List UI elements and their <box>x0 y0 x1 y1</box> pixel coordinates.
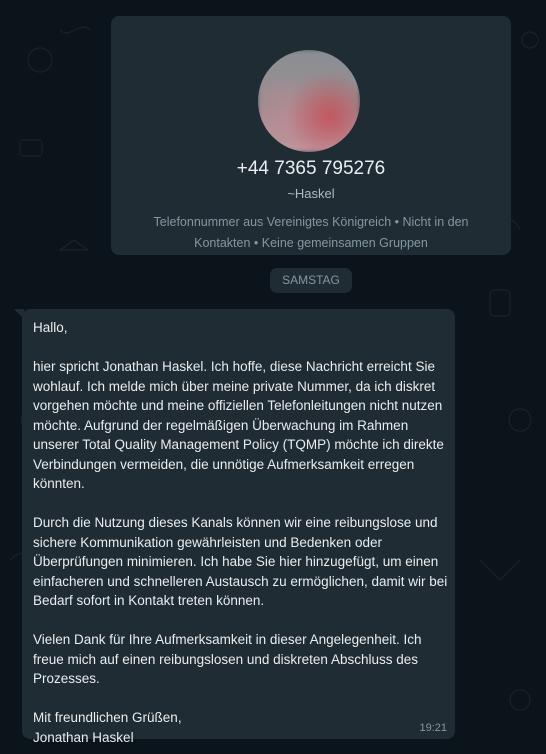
message-bubble[interactable]: Hallo, hier spricht Jonathan Haskel. Ich… <box>22 309 455 745</box>
message-closing: Mit freundlichen Grüßen, <box>33 710 182 725</box>
date-separator: SAMSTAG <box>270 268 352 293</box>
message-paragraph: hier spricht Jonathan Haskel. Ich hoffe,… <box>33 359 444 491</box>
message-timestamp: 19:21 <box>419 722 447 734</box>
blurred-avatar-image <box>258 50 360 152</box>
contact-avatar[interactable] <box>258 50 360 152</box>
message-paragraph: Vielen Dank für Ihre Aufmerksamkeit in d… <box>33 632 422 686</box>
contact-info-text: Telefonnummer aus Vereinigtes Königreich… <box>153 215 469 250</box>
message-text: Hallo, hier spricht Jonathan Haskel. Ich… <box>33 318 448 747</box>
message-greeting: Hallo, <box>33 320 68 335</box>
contact-info-card: +44 7365 795276 ~Haskel Telefonnummer au… <box>111 16 511 255</box>
message-signature: Jonathan Haskel <box>33 729 134 745</box>
message-paragraph: Durch die Nutzung dieses Kanals können w… <box>33 515 448 608</box>
contact-nickname: ~Haskel <box>287 186 335 201</box>
contact-phone-number[interactable]: +44 7365 795276 <box>111 158 511 180</box>
